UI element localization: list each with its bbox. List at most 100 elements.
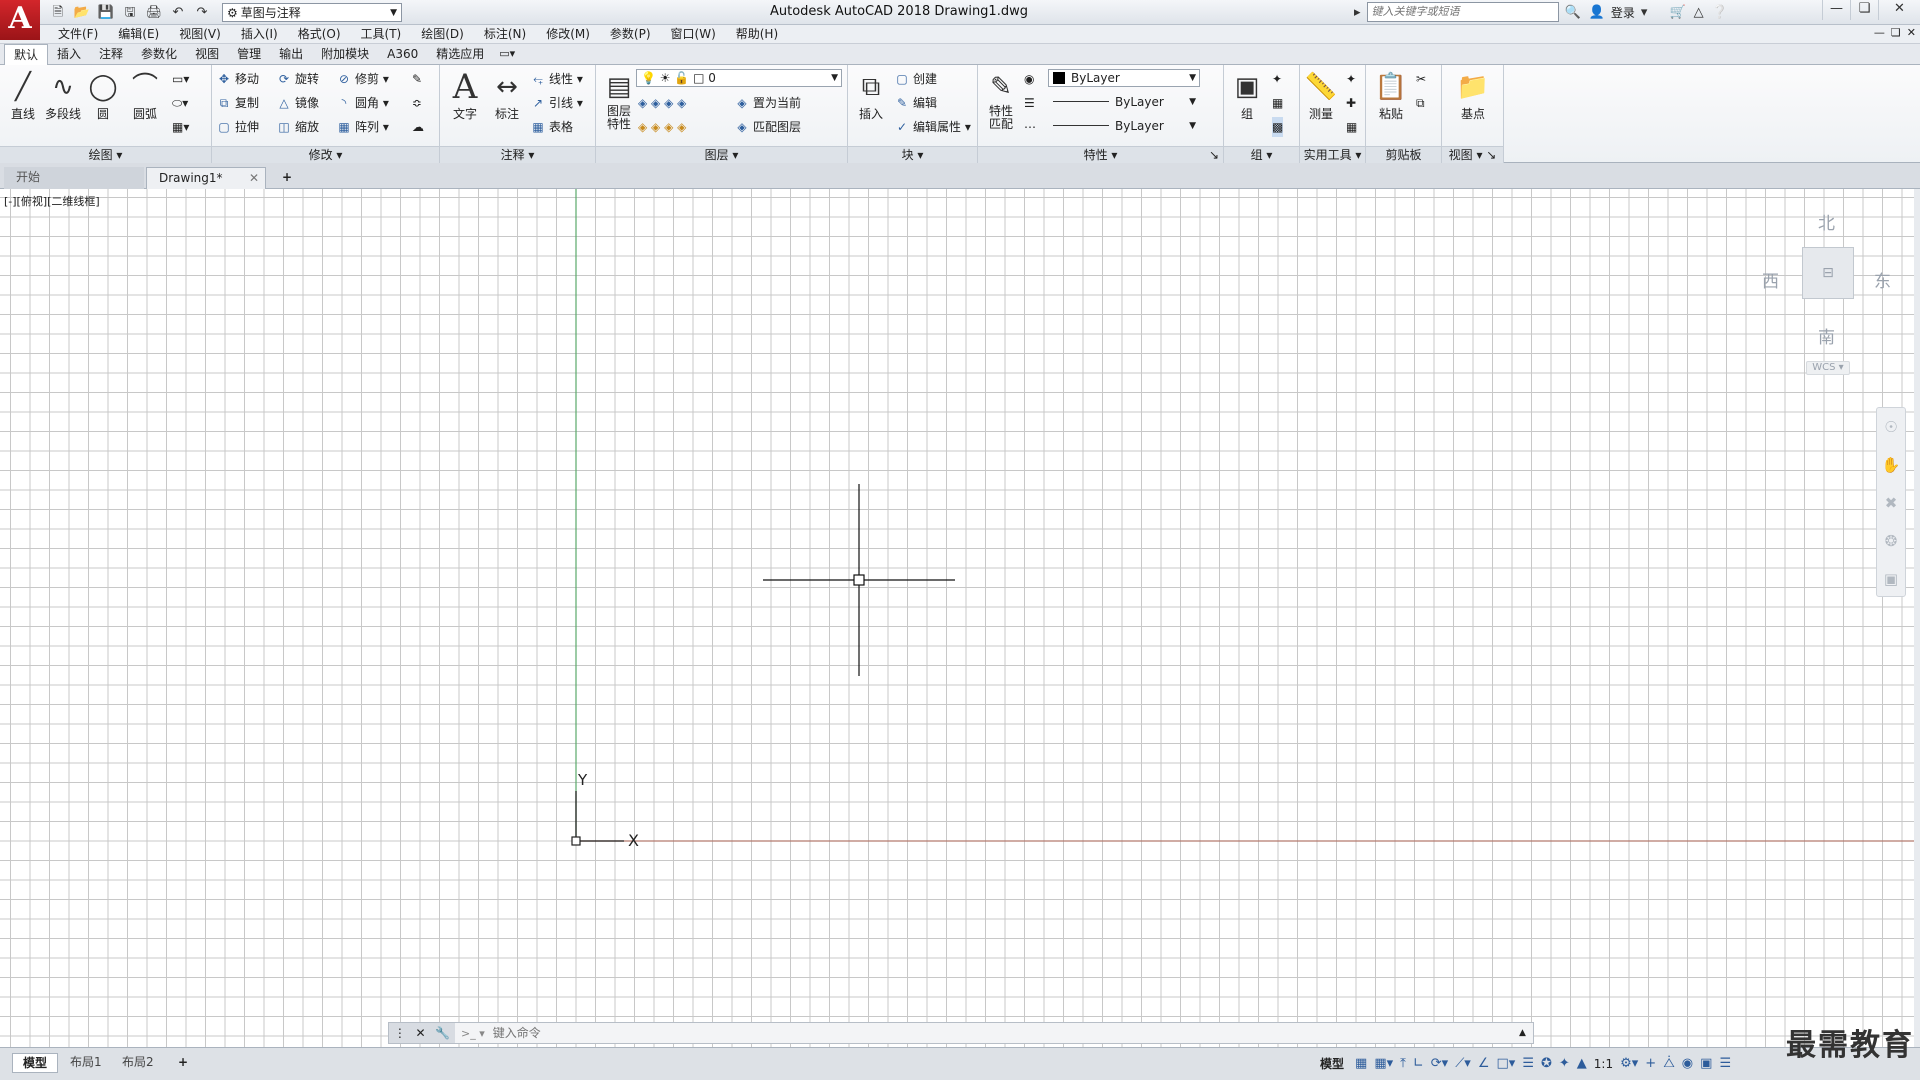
- scrollbar[interactable]: [1914, 189, 1920, 1047]
- arc-button[interactable]: ⌒ 圆弧: [124, 69, 166, 122]
- showmotion-icon[interactable]: ▣: [1877, 560, 1905, 598]
- model-space-toggle[interactable]: 模型: [1320, 1055, 1344, 1072]
- chevron-down-icon[interactable]: ▾: [1639, 5, 1650, 20]
- edit-attributes-button[interactable]: ✓ 编辑属性 ▾: [894, 117, 971, 137]
- menu-dimension[interactable]: 标注(N): [474, 27, 536, 42]
- tab-a360[interactable]: A360: [378, 44, 427, 64]
- tab-parametric[interactable]: 参数化: [132, 44, 186, 64]
- units-icon[interactable]: ⧊: [1663, 1056, 1675, 1071]
- edit-block-button[interactable]: ✎ 编辑: [894, 93, 937, 113]
- linear-button[interactable]: ⥆ 线性 ▾: [530, 69, 583, 89]
- customize-icon[interactable]: ☰: [1719, 1056, 1731, 1071]
- menu-edit[interactable]: 编辑(E): [108, 27, 169, 42]
- menu-modify[interactable]: 修改(M): [536, 27, 600, 42]
- pan-hand-icon[interactable]: ✋: [1877, 446, 1905, 484]
- user-icon[interactable]: 👤: [1587, 5, 1607, 20]
- match-properties-button[interactable]: ✎ 特性 匹配: [980, 69, 1022, 131]
- tab-start[interactable]: 开始: [4, 167, 144, 189]
- undo-icon[interactable]: ↶: [168, 4, 188, 22]
- binoculars-icon[interactable]: 🔍: [1563, 5, 1583, 20]
- fullscreen-icon[interactable]: ▣: [1700, 1056, 1712, 1071]
- dialog-launcher-icon[interactable]: ↘: [1209, 147, 1219, 163]
- rotate-button[interactable]: ⟳ 旋转: [276, 69, 319, 89]
- help-icon[interactable]: ❔: [1710, 5, 1730, 20]
- expand-icon[interactable]: ▸: [1352, 5, 1363, 20]
- viewport-controls[interactable]: [-][俯视][二维线框]: [4, 193, 100, 209]
- snap-icon[interactable]: ▦▾: [1374, 1056, 1393, 1071]
- command-input[interactable]: [492, 1024, 1519, 1042]
- group-edit-icon[interactable]: ▦: [1272, 93, 1283, 113]
- application-menu-button[interactable]: A: [0, 0, 40, 40]
- annotation-scale[interactable]: 1:1: [1594, 1057, 1613, 1071]
- lineweight-icon[interactable]: ☰: [1024, 93, 1035, 113]
- command-prompt-icon[interactable]: >_ ▾: [461, 1027, 485, 1040]
- panel-title-block[interactable]: 块 ▾: [848, 146, 977, 163]
- menu-draw[interactable]: 绘图(D): [411, 27, 474, 42]
- orbit-icon[interactable]: ❂: [1877, 522, 1905, 560]
- model-space[interactable]: YX: [0, 189, 1920, 1047]
- minimize-icon[interactable]: —: [1822, 0, 1850, 20]
- redo-icon[interactable]: ↷: [192, 4, 212, 22]
- layer-tools-row1[interactable]: ◈ ◈ ◈ ◈: [638, 93, 686, 113]
- add-layout-button[interactable]: +: [168, 1053, 198, 1073]
- drawing-area[interactable]: [-][俯视][二维线框] YX 北 西 东 南 ⊟ WCS ▾ ☉ ✋ ✖ ❂…: [0, 189, 1920, 1047]
- line-button[interactable]: ╱ 直线: [2, 69, 44, 122]
- close-icon[interactable]: ✕: [415, 1026, 425, 1040]
- mirror-button[interactable]: △ 镜像: [276, 93, 319, 113]
- menu-parametric[interactable]: 参数(P): [600, 27, 661, 42]
- menu-tools[interactable]: 工具(T): [351, 27, 412, 42]
- zoom-icon[interactable]: ✖: [1877, 484, 1905, 522]
- panel-title-groups[interactable]: 组 ▾: [1224, 146, 1299, 163]
- stretch-button[interactable]: ▢ 拉伸: [216, 117, 259, 137]
- tab-drawing1[interactable]: Drawing1* ✕: [146, 167, 266, 189]
- panel-title-annotation[interactable]: 注释 ▾: [440, 146, 595, 163]
- color-dropdown[interactable]: ByLayer ▼: [1048, 69, 1200, 87]
- plot-icon[interactable]: 🖨: [144, 4, 164, 22]
- make-current-button[interactable]: ◈ 置为当前: [734, 93, 801, 113]
- tab-model[interactable]: 模型: [12, 1053, 59, 1073]
- tab-layout2[interactable]: 布局2: [112, 1053, 164, 1073]
- copy-button[interactable]: ⧉ 复制: [216, 93, 259, 113]
- offset-icon[interactable]: ≎: [412, 93, 422, 113]
- circle-button[interactable]: ◯ 圆: [82, 69, 124, 122]
- table-button[interactable]: ▦ 表格: [530, 117, 573, 137]
- menu-window[interactable]: 窗口(W): [661, 27, 726, 42]
- login-button[interactable]: 登录: [1611, 4, 1635, 21]
- rectangle-icon[interactable]: ▭▾: [172, 69, 189, 89]
- infer-constraints-icon[interactable]: ⤒: [1400, 1056, 1406, 1071]
- create-block-button[interactable]: ▢ 创建: [894, 69, 937, 89]
- layer-properties-button[interactable]: ▤ 图层 特性: [598, 69, 640, 131]
- explode-icon[interactable]: ☁: [412, 117, 424, 137]
- save-icon[interactable]: 💾: [96, 4, 116, 22]
- customize-wrench-icon[interactable]: 🔧: [435, 1026, 450, 1040]
- panel-title-modify[interactable]: 修改 ▾: [212, 146, 439, 163]
- copy-clip-icon[interactable]: ⧉: [1416, 93, 1425, 113]
- move-button[interactable]: ✥ 移动: [216, 69, 259, 89]
- text-button[interactable]: A 文字: [444, 69, 486, 122]
- wcs-menu[interactable]: WCS ▾: [1806, 361, 1850, 375]
- base-view-button[interactable]: 📁 基点: [1452, 69, 1494, 122]
- leader-button[interactable]: ↗ 引线 ▾: [530, 93, 583, 113]
- panel-title-layers[interactable]: 图层 ▾: [596, 146, 847, 163]
- lineweight-display-icon[interactable]: ☰: [1522, 1056, 1534, 1071]
- compass-south[interactable]: 南: [1818, 323, 1835, 348]
- panel-title-properties[interactable]: 特性 ▾ ↘: [978, 146, 1223, 163]
- tab-featured-apps[interactable]: 精选应用: [427, 44, 493, 64]
- menu-view[interactable]: 视图(V): [169, 27, 231, 42]
- ribbon-minimize-icon[interactable]: ▭▾: [493, 44, 521, 64]
- tab-default[interactable]: 默认: [4, 44, 49, 65]
- array-button[interactable]: ▦ 阵列 ▾: [336, 117, 389, 137]
- erase-icon[interactable]: ✎: [412, 69, 422, 89]
- close-icon[interactable]: ✕: [1878, 0, 1920, 20]
- viewcube[interactable]: ⊟: [1802, 247, 1854, 299]
- paste-button[interactable]: 📋 粘贴: [1370, 69, 1412, 122]
- compass-north[interactable]: 北: [1818, 209, 1835, 234]
- isodraft-icon[interactable]: ⟋▾: [1455, 1056, 1471, 1071]
- grip-icon[interactable]: ⋮: [394, 1026, 406, 1040]
- tab-insert[interactable]: 插入: [48, 44, 90, 64]
- polyline-button[interactable]: ∿ 多段线: [42, 69, 84, 122]
- lineweight-dropdown[interactable]: ByLayer ▼: [1048, 93, 1200, 111]
- tab-addins[interactable]: 附加模块: [312, 44, 378, 64]
- quick-select-icon[interactable]: ✦: [1346, 69, 1356, 89]
- close-icon[interactable]: ✕: [249, 168, 259, 188]
